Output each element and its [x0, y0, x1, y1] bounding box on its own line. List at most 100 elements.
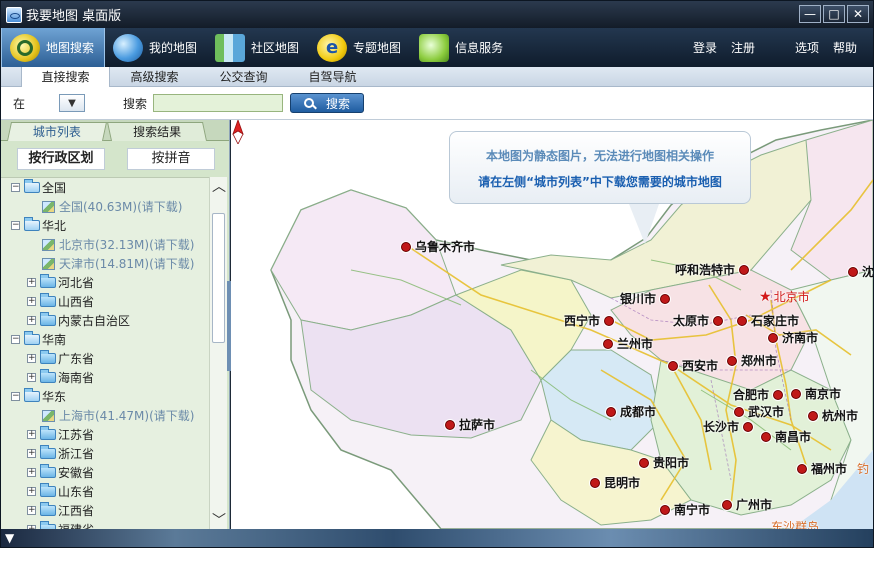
tree-folder[interactable]: +福建省 [1, 520, 209, 529]
tab-theme-map[interactable]: e 专题地图 [309, 28, 411, 67]
city-marker[interactable]: 贵阳市 [639, 454, 689, 471]
city-marker[interactable]: 成都市 [606, 403, 656, 420]
city-marker[interactable]: 济南市 [768, 329, 818, 346]
tree-folder[interactable]: + 江苏省 [1, 425, 209, 444]
expand-icon[interactable]: + [27, 297, 36, 306]
subtab-bus-query[interactable]: 公交查询 [199, 67, 288, 87]
capital-marker[interactable]: ★ 北京市 [759, 288, 810, 305]
tree-folder[interactable]: + 山东省 [1, 482, 209, 501]
tree-leaf[interactable]: 上海市(41.47M)(请下载) [1, 406, 209, 425]
expand-icon[interactable]: + [27, 468, 36, 477]
city-marker[interactable]: 西安市 [668, 357, 718, 374]
tree-folder[interactable]: + 内蒙古自治区 [1, 311, 209, 330]
by-pinyin-button[interactable]: 按拼音 [127, 148, 215, 170]
subtab-advanced-search[interactable]: 高级搜索 [110, 67, 199, 87]
city-marker[interactable]: 昆明市 [590, 474, 640, 491]
login-link[interactable]: 登录 [693, 39, 717, 56]
search-map-icon [10, 33, 40, 62]
map-view[interactable]: 本地图为静态图片，无法进行地图相关操作 请在左侧“城市列表”中下载您需要的城市地… [231, 120, 873, 529]
city-marker[interactable]: 西宁市 [564, 312, 615, 329]
static-map-notice: 本地图为静态图片，无法进行地图相关操作 请在左侧“城市列表”中下载您需要的城市地… [449, 131, 751, 204]
city-marker[interactable]: 郑州市 [727, 352, 777, 369]
city-marker[interactable]: 乌鲁木齐市 [401, 238, 475, 255]
collapse-icon[interactable]: − [11, 335, 20, 344]
tree-folder[interactable]: + 山西省 [1, 292, 209, 311]
tab-my-map[interactable]: 我的地图 [105, 28, 207, 67]
city-label: 兰州市 [617, 337, 654, 351]
tree-folder[interactable]: + 安徽省 [1, 463, 209, 482]
search-button[interactable]: 搜索 [290, 93, 365, 113]
tree-leaf[interactable]: 北京市(32.13M)(请下载) [1, 235, 209, 254]
city-marker[interactable]: 杭州市 [808, 407, 858, 424]
city-marker[interactable]: 南宁市 [660, 501, 710, 518]
magnifier-icon [304, 98, 315, 108]
expand-icon[interactable]: + [27, 506, 36, 515]
expand-icon[interactable]: + [27, 278, 36, 287]
tree-group[interactable]: − 全国 [1, 178, 209, 197]
search-input[interactable] [153, 94, 284, 112]
folder-open-icon [24, 179, 40, 193]
collapse-icon[interactable]: − [11, 221, 20, 230]
subtab-driving-navigation[interactable]: 自驾导航 [288, 67, 377, 87]
expand-icon[interactable]: + [27, 354, 36, 363]
city-marker[interactable]: 沈 [848, 263, 873, 280]
tree-folder[interactable]: + 海南省 [1, 368, 209, 387]
tree-folder-label: 山西省 [58, 295, 95, 309]
tree-scrollbar[interactable]: ︿ ﹀ [209, 177, 227, 529]
city-marker[interactable]: 拉萨市 [445, 416, 495, 433]
city-marker[interactable]: 兰州市 [603, 335, 653, 352]
expand-icon[interactable]: + [27, 316, 36, 325]
scroll-up-icon[interactable]: ︿ [210, 177, 228, 195]
expand-icon[interactable]: + [27, 449, 36, 458]
tree-group[interactable]: − 华南 [1, 330, 209, 349]
expand-icon[interactable]: + [27, 373, 36, 382]
tree-folder[interactable]: + 江西省 [1, 501, 209, 520]
register-link[interactable]: 注册 [731, 39, 755, 56]
city-marker[interactable]: 合肥市 [733, 386, 784, 403]
city-marker[interactable]: 广州市 [722, 496, 772, 513]
tree-folder[interactable]: + 广东省 [1, 349, 209, 368]
tree-leaf[interactable]: 天津市(14.81M)(请下载) [1, 254, 209, 273]
scope-select[interactable]: ▼ [59, 94, 86, 112]
title-bar: 我要地图 桌面版 — □ ✕ [1, 1, 873, 28]
city-marker[interactable]: 南京市 [791, 385, 841, 402]
north-arrow-icon [232, 120, 244, 144]
tab-info-service[interactable]: 信息服务 [411, 28, 513, 67]
expand-icon[interactable]: + [27, 430, 36, 439]
city-marker[interactable]: 太原市 [673, 312, 724, 329]
folder-icon [40, 312, 56, 326]
tree-folder-label: 江苏省 [58, 428, 95, 442]
city-marker[interactable]: 银川市 [620, 290, 671, 307]
toolbar-right-links: 登录 注册 选项 帮助 [693, 39, 873, 56]
tab-info-service-label: 信息服务 [455, 41, 504, 55]
by-region-button[interactable]: 按行政区划 [17, 148, 105, 170]
maximize-button[interactable]: □ [823, 5, 845, 23]
tree-folder[interactable]: + 浙江省 [1, 444, 209, 463]
city-marker[interactable]: 南昌市 [761, 428, 811, 445]
tab-community-map[interactable]: 社区地图 [207, 28, 309, 67]
scroll-thumb[interactable] [212, 213, 225, 343]
minimize-button[interactable]: — [799, 5, 821, 23]
tree-group[interactable]: − 华北 [1, 216, 209, 235]
expand-icon[interactable]: + [27, 487, 36, 496]
options-link[interactable]: 选项 [795, 39, 819, 56]
collapse-icon[interactable]: − [11, 183, 20, 192]
tree-leaf[interactable]: 全国(40.63M)(请下载) [1, 197, 209, 216]
city-marker[interactable]: 呼和浩特市 [675, 261, 750, 278]
tab-search-results[interactable]: 搜索结果 [106, 122, 208, 141]
scroll-down-icon[interactable]: ﹀ [210, 511, 228, 529]
tab-city-list[interactable]: 城市列表 [6, 122, 108, 141]
city-label: 郑州市 [741, 354, 778, 368]
city-marker[interactable]: 石家庄市 [737, 312, 799, 329]
down-arrow-icon[interactable]: ▼ [5, 531, 14, 545]
subtab-direct-search[interactable]: 直接搜索 [21, 67, 110, 87]
help-link[interactable]: 帮助 [833, 39, 857, 56]
close-button[interactable]: ✕ [847, 5, 869, 23]
tree-folder[interactable]: + 河北省 [1, 273, 209, 292]
city-marker[interactable]: 长沙市 [703, 418, 754, 435]
city-dot-icon [737, 315, 747, 326]
tree-group[interactable]: − 华东 [1, 387, 209, 406]
city-marker[interactable]: 福州市 [797, 460, 847, 477]
tab-map-search[interactable]: 地图搜索 [1, 28, 106, 67]
collapse-icon[interactable]: − [11, 392, 20, 401]
